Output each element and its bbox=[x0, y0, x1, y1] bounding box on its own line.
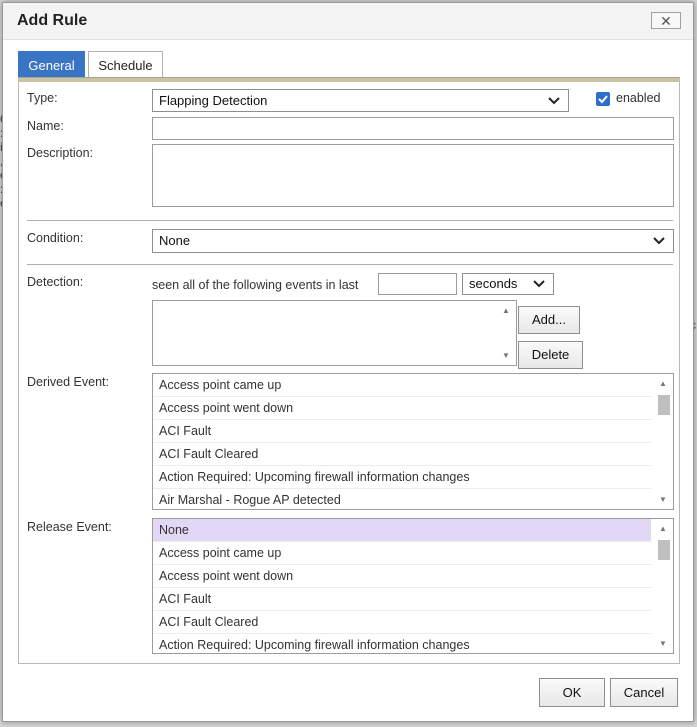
close-button[interactable]: ✕ bbox=[651, 12, 681, 29]
list-item[interactable]: ACI Fault bbox=[153, 588, 651, 611]
type-label: Type: bbox=[27, 91, 58, 105]
description-label: Description: bbox=[27, 146, 93, 160]
name-input[interactable] bbox=[152, 117, 674, 140]
detection-label: Detection: bbox=[27, 275, 84, 289]
condition-select-value: None bbox=[159, 233, 191, 248]
list-item[interactable]: Access point came up bbox=[153, 542, 651, 565]
scroll-up-icon[interactable]: ▲ bbox=[659, 524, 667, 533]
chevron-down-icon bbox=[548, 96, 560, 104]
type-select[interactable]: Flapping Detection bbox=[152, 89, 569, 112]
detection-events-list[interactable]: ▲ ▼ bbox=[152, 300, 517, 366]
derived-event-label: Derived Event: bbox=[27, 375, 109, 389]
list-item[interactable]: ACI Fault Cleared bbox=[153, 443, 651, 466]
scrollbar-thumb[interactable] bbox=[658, 540, 670, 560]
list-item[interactable]: Action Required: Upcoming firewall infor… bbox=[153, 634, 651, 653]
scroll-down-icon[interactable]: ▼ bbox=[659, 639, 667, 648]
divider bbox=[27, 264, 673, 265]
dialog-titlebar: Add Rule ✕ bbox=[3, 3, 693, 40]
release-event-list[interactable]: None Access point came up Access point w… bbox=[152, 518, 674, 654]
list-item-selected[interactable]: None bbox=[153, 519, 651, 542]
derived-event-list[interactable]: Access point came up Access point went d… bbox=[152, 373, 674, 510]
condition-select[interactable]: None bbox=[152, 229, 674, 253]
detection-unit-value: seconds bbox=[469, 276, 518, 291]
tab-general[interactable]: General bbox=[18, 51, 85, 78]
ok-button[interactable]: OK bbox=[539, 678, 605, 707]
add-rule-dialog: Add Rule ✕ General Schedule Type: Flappi… bbox=[2, 2, 694, 722]
tab-schedule[interactable]: Schedule bbox=[88, 51, 163, 78]
detection-time-input[interactable] bbox=[378, 273, 457, 295]
enabled-checkbox[interactable] bbox=[596, 92, 610, 106]
list-item[interactable]: Access point came up bbox=[153, 374, 651, 397]
type-select-value: Flapping Detection bbox=[159, 93, 268, 108]
scrollbar-thumb[interactable] bbox=[658, 395, 670, 415]
detection-description: seen all of the following events in last bbox=[152, 278, 359, 292]
condition-label: Condition: bbox=[27, 231, 84, 245]
scroll-down-icon[interactable]: ▼ bbox=[502, 351, 510, 360]
add-button[interactable]: Add... bbox=[518, 306, 580, 334]
scroll-down-icon[interactable]: ▼ bbox=[659, 495, 667, 504]
general-panel: Type: Flapping Detection enabled Name: D… bbox=[18, 82, 680, 664]
enabled-label: enabled bbox=[616, 91, 661, 105]
scrollbar[interactable]: ▲ ▼ bbox=[655, 374, 673, 509]
checkmark-icon bbox=[598, 95, 608, 104]
list-item[interactable]: Action Required: Upcoming firewall infor… bbox=[153, 466, 651, 489]
scroll-up-icon[interactable]: ▲ bbox=[502, 306, 510, 315]
divider bbox=[27, 220, 673, 221]
cancel-button[interactable]: Cancel bbox=[610, 678, 678, 707]
list-item[interactable]: ACI Fault Cleared bbox=[153, 611, 651, 634]
chevron-down-icon bbox=[653, 237, 665, 245]
list-item[interactable]: Air Marshal - Rogue AP detected bbox=[153, 489, 651, 509]
scrollbar[interactable]: ▲ ▼ bbox=[655, 519, 673, 653]
release-event-label: Release Event: bbox=[27, 520, 112, 534]
description-textarea[interactable] bbox=[152, 144, 674, 207]
delete-button[interactable]: Delete bbox=[518, 341, 583, 369]
list-item[interactable]: Access point went down bbox=[153, 397, 651, 420]
scrollbar[interactable]: ▲ ▼ bbox=[498, 301, 516, 365]
list-item[interactable]: ACI Fault bbox=[153, 420, 651, 443]
close-icon: ✕ bbox=[660, 13, 672, 29]
dialog-title: Add Rule bbox=[17, 12, 88, 29]
scroll-up-icon[interactable]: ▲ bbox=[659, 379, 667, 388]
chevron-down-icon bbox=[533, 280, 545, 288]
name-label: Name: bbox=[27, 119, 64, 133]
detection-unit-select[interactable]: seconds bbox=[462, 273, 554, 295]
list-item[interactable]: Access point went down bbox=[153, 565, 651, 588]
